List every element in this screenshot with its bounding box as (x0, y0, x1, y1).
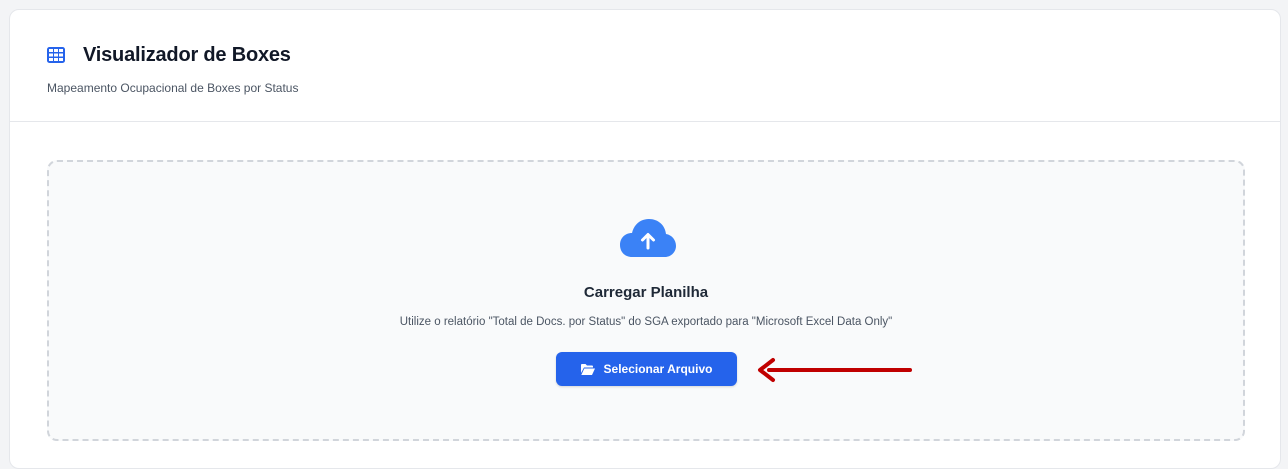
title-row: Visualizador de Boxes (47, 43, 1280, 67)
select-file-button-label: Selecionar Arquivo (603, 362, 713, 376)
red-arrow-left-icon (755, 356, 915, 384)
upload-dropzone[interactable]: Carregar Planilha Utilize o relatório "T… (47, 160, 1245, 441)
main-card: Visualizador de Boxes Mapeamento Ocupaci… (9, 9, 1281, 469)
card-body: Carregar Planilha Utilize o relatório "T… (10, 122, 1280, 441)
folder-open-icon (580, 363, 595, 375)
cloud-upload-icon (620, 217, 676, 261)
upload-hint: Utilize o relatório "Total de Docs. por … (399, 316, 893, 328)
page-title: Visualizador de Boxes (83, 43, 291, 66)
page-subtitle: Mapeamento Ocupacional de Boxes por Stat… (47, 81, 299, 95)
select-file-button[interactable]: Selecionar Arquivo (556, 352, 737, 386)
table-grid-icon (47, 47, 65, 63)
card-header: Visualizador de Boxes Mapeamento Ocupaci… (10, 10, 1280, 122)
upload-title: Carregar Planilha (583, 284, 709, 301)
